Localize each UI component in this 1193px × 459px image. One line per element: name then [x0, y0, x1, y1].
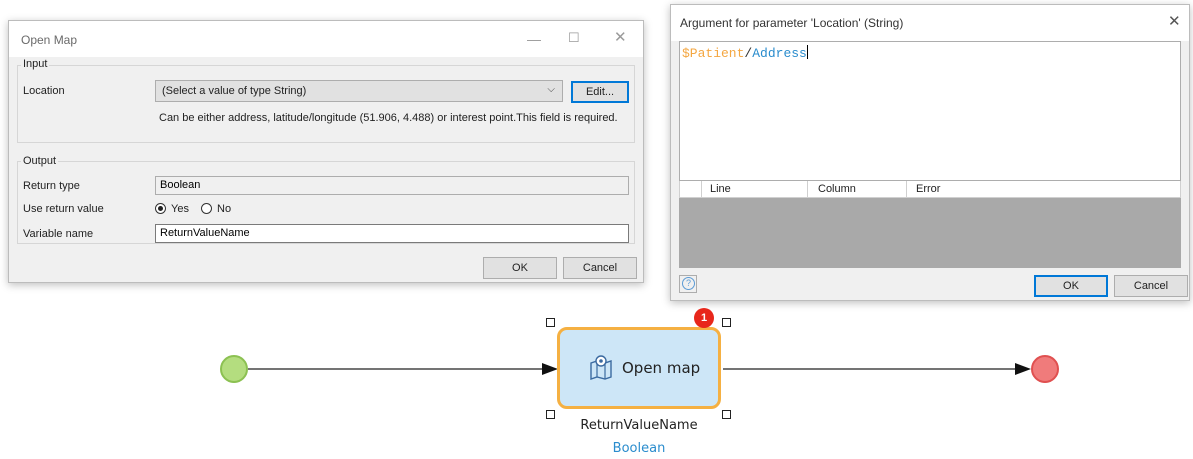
- location-select[interactable]: (Select a value of type String) ⌵: [155, 80, 563, 102]
- column-divider: [906, 181, 907, 197]
- error-badge[interactable]: 1: [694, 308, 714, 328]
- location-label: Location: [23, 85, 65, 97]
- dialog-titlebar: Open Map — ☐ ✕: [9, 21, 643, 57]
- minimize-icon[interactable]: —: [527, 32, 541, 46]
- arrowhead-out: [1015, 363, 1031, 375]
- start-event[interactable]: [220, 355, 248, 383]
- error-list-header: Line Column Error: [679, 181, 1181, 198]
- location-hint: Can be either address, latitude/longitud…: [159, 112, 618, 124]
- output-variable-name: ReturnValueName: [580, 418, 698, 433]
- selection-handle[interactable]: [546, 318, 555, 327]
- maximize-icon[interactable]: ☐: [568, 31, 580, 45]
- ok-button[interactable]: OK: [483, 257, 557, 279]
- error-list-icon-column: [680, 181, 702, 197]
- variable-name-label: Variable name: [23, 228, 94, 240]
- input-group-label: Input: [21, 58, 50, 70]
- map-icon: [590, 355, 612, 380]
- use-return-no-label[interactable]: No: [217, 203, 231, 215]
- text-cursor: [806, 45, 808, 59]
- return-type-label: Return type: [23, 180, 80, 192]
- argument-dialog-titlebar: Argument for parameter 'Location' (Strin…: [671, 5, 1189, 41]
- input-group: [17, 65, 635, 143]
- dialog-title: Open Map: [21, 33, 78, 47]
- argument-dialog-title: Argument for parameter 'Location' (Strin…: [680, 16, 904, 30]
- help-icon: ?: [682, 277, 695, 290]
- error-list: [679, 198, 1181, 268]
- open-map-activity[interactable]: Open map: [557, 327, 721, 409]
- argument-cancel-button[interactable]: Cancel: [1114, 275, 1188, 297]
- use-return-yes-label[interactable]: Yes: [171, 203, 189, 215]
- activity-label: Open map: [622, 359, 701, 377]
- arrowhead-in: [542, 363, 558, 375]
- location-select-value: (Select a value of type String): [162, 85, 307, 97]
- column-line[interactable]: Line: [710, 183, 731, 195]
- chevron-down-icon: ⌵: [547, 84, 555, 95]
- argument-dialog: Argument for parameter 'Location' (Strin…: [670, 4, 1190, 301]
- help-button[interactable]: ?: [679, 275, 697, 293]
- expression-editor[interactable]: $Patient/Address: [679, 41, 1181, 181]
- expression-attribute: Address: [752, 46, 807, 61]
- open-map-dialog: Open Map — ☐ ✕ Input Location (Select a …: [8, 20, 644, 283]
- use-return-label: Use return value: [23, 203, 104, 215]
- end-event[interactable]: [1031, 355, 1059, 383]
- microflow-canvas: Open map 1 ReturnValueName Boolean: [0, 300, 1193, 459]
- expression-variable: $Patient: [682, 46, 745, 61]
- variable-name-input[interactable]: ReturnValueName: [155, 224, 629, 243]
- return-type-field: Boolean: [155, 176, 629, 195]
- column-error[interactable]: Error: [916, 183, 940, 195]
- output-group-label: Output: [21, 155, 59, 167]
- output-variable-type: Boolean: [612, 441, 666, 456]
- use-return-yes-radio[interactable]: [155, 203, 166, 214]
- cancel-button[interactable]: Cancel: [563, 257, 637, 279]
- expression-text: $Patient/Address: [682, 45, 808, 61]
- close-icon[interactable]: ✕: [614, 30, 627, 45]
- use-return-no-radio[interactable]: [201, 203, 212, 214]
- edit-button[interactable]: Edit...: [571, 81, 629, 103]
- close-icon[interactable]: ✕: [1168, 14, 1181, 29]
- column-divider: [807, 181, 808, 197]
- column-column[interactable]: Column: [818, 183, 856, 195]
- argument-ok-button[interactable]: OK: [1034, 275, 1108, 297]
- selection-handle[interactable]: [722, 318, 731, 327]
